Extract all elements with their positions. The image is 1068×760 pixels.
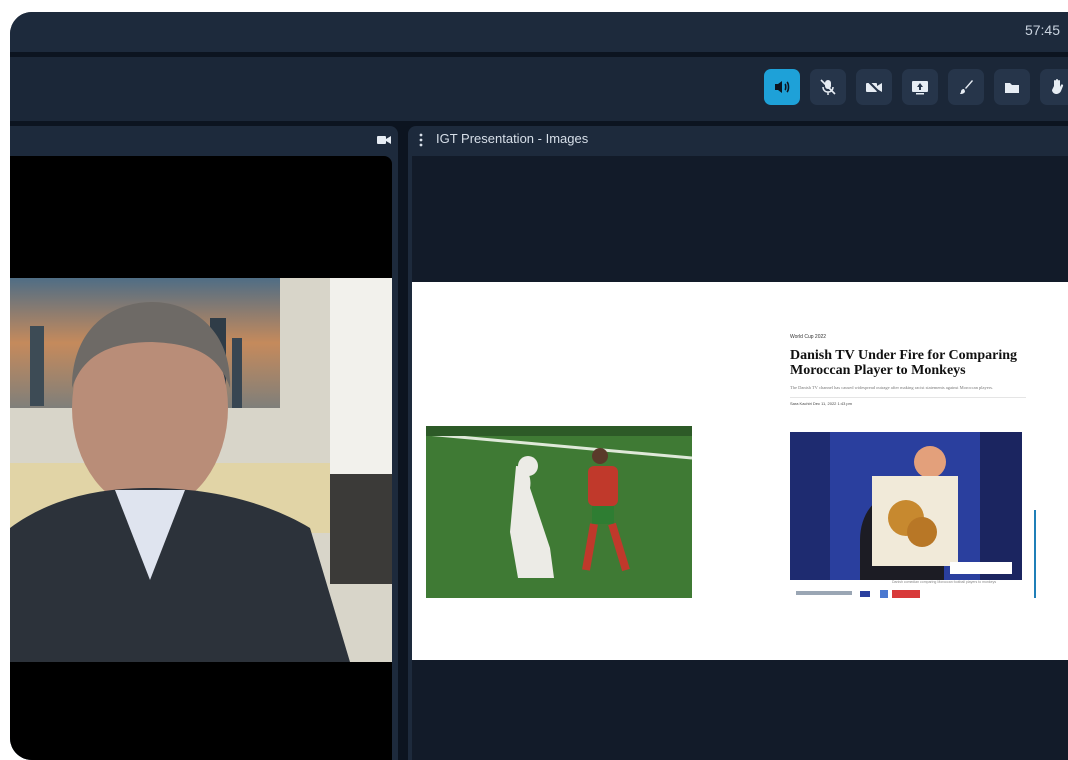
more-options-icon[interactable] xyxy=(416,132,426,148)
screen-share-icon xyxy=(912,81,928,95)
presentation-slide: World Cup 2022 Danish TV Under Fire for … xyxy=(412,282,1068,660)
article-summary: The Danish TV channel has caused widespr… xyxy=(790,385,994,390)
mute-microphone-button[interactable] xyxy=(810,69,846,105)
whiteboard-button[interactable] xyxy=(948,69,984,105)
raise-hand-icon xyxy=(1052,79,1064,94)
article-kicker: World Cup 2022 xyxy=(790,334,827,340)
article-byline: Sara Kachiri Dec 11, 2022 1:43 pm xyxy=(790,397,1026,406)
meeting-timer: 57:45 xyxy=(1024,22,1060,38)
brush-icon xyxy=(960,80,973,94)
meeting-window: 57:45 IGT Presentation - Images World Cu… xyxy=(10,12,1068,760)
title-bar: 57:45 xyxy=(10,12,1068,53)
speaker-button[interactable] xyxy=(764,69,800,105)
presentation-panel: IGT Presentation - Images World Cup 2022 xyxy=(408,126,1068,760)
participant-video xyxy=(10,156,392,760)
video-panel-header xyxy=(10,126,398,154)
article-headline: Danish TV Under Fire for Comparing Moroc… xyxy=(790,348,1018,378)
toolbar xyxy=(10,57,1068,121)
presentation-panel-header: IGT Presentation - Images xyxy=(408,126,1068,154)
article-photo-caption: Danish comedian comparing Moroccan footb… xyxy=(892,580,997,584)
presentation-title: IGT Presentation - Images xyxy=(436,131,589,146)
slide-photo xyxy=(426,426,692,598)
article-photo xyxy=(790,432,1022,580)
mic-off-icon xyxy=(820,79,836,95)
presentation-viewer: World Cup 2022 Danish TV Under Fire for … xyxy=(412,156,1068,760)
files-button[interactable] xyxy=(994,69,1030,105)
article-scroll-indicator xyxy=(1034,510,1036,598)
camera-icon[interactable] xyxy=(376,133,392,147)
share-screen-button[interactable] xyxy=(902,69,938,105)
folder-icon xyxy=(1005,83,1019,93)
article-preview: World Cup 2022 Danish TV Under Fire for … xyxy=(790,334,1026,406)
camera-off-icon xyxy=(866,79,882,95)
related-thumbnails xyxy=(796,590,920,598)
raise-hand-button[interactable] xyxy=(1040,69,1068,105)
video-panel xyxy=(10,126,398,760)
camera-toggle-button[interactable] xyxy=(856,69,892,105)
participant-video-frame xyxy=(10,278,392,662)
speaker-icon xyxy=(775,81,790,93)
